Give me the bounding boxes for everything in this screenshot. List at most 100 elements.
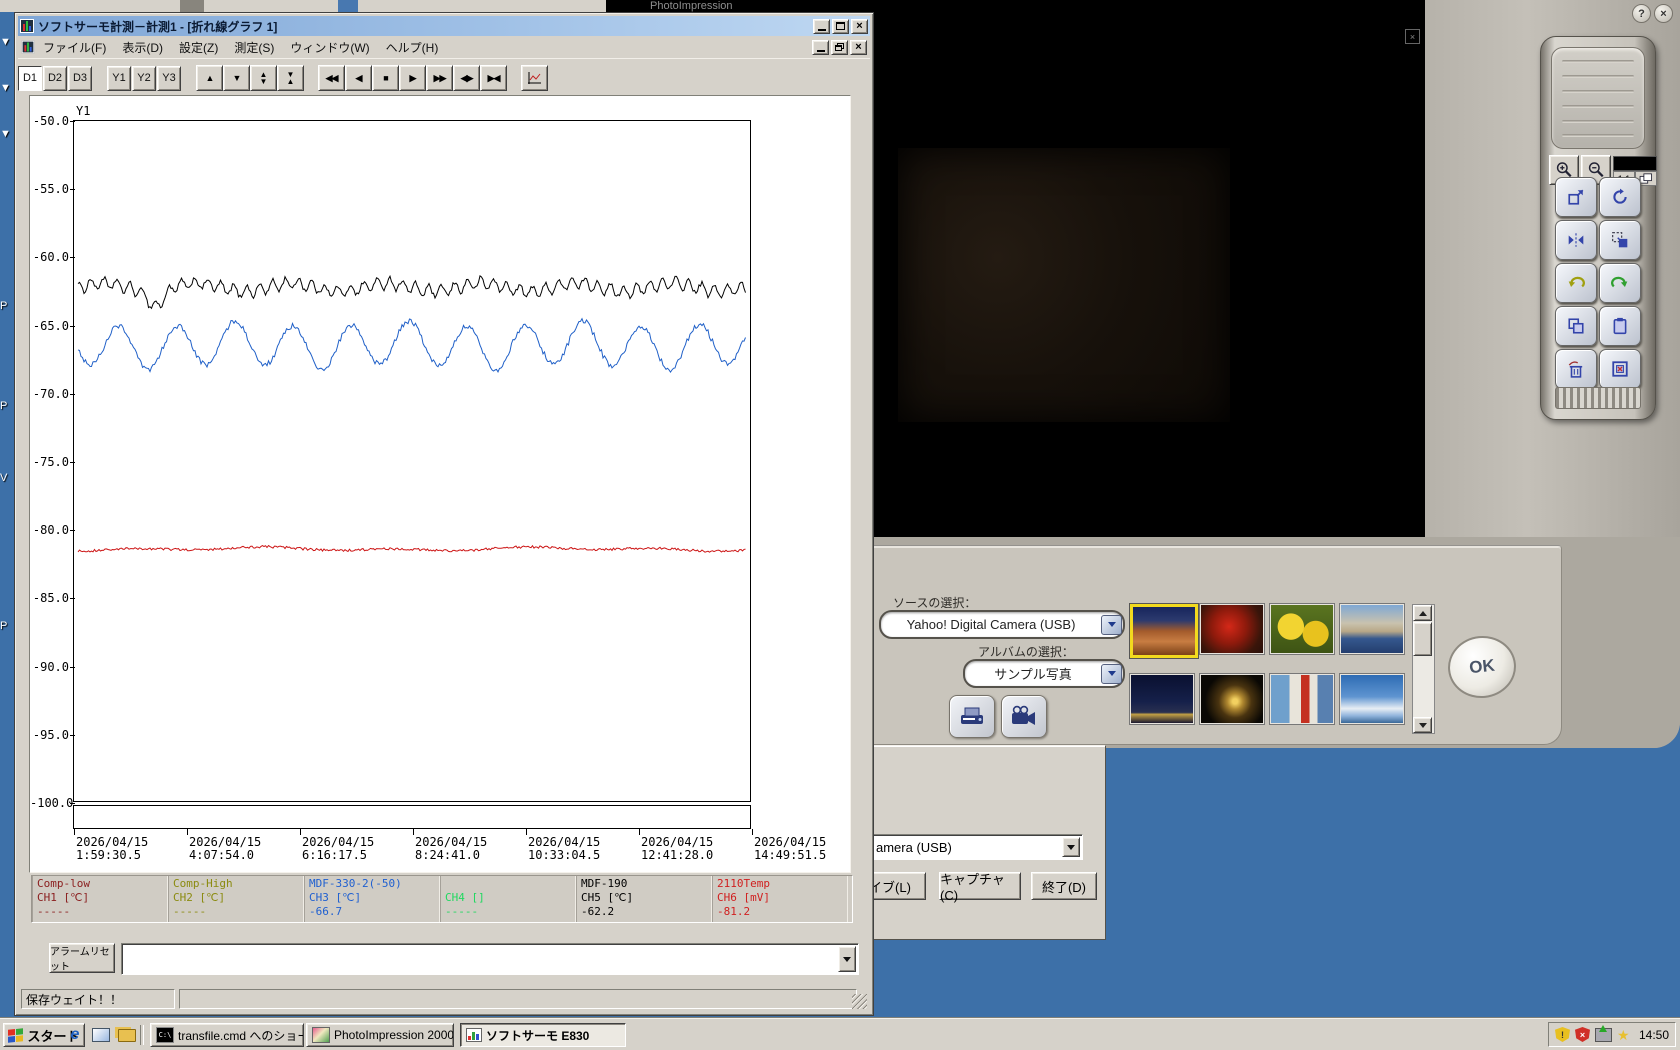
video-camera-icon xyxy=(1010,705,1038,729)
album-dropdown-button[interactable] xyxy=(1101,664,1122,684)
mirror-horizontal-button[interactable] xyxy=(1555,220,1597,260)
video-camera-source-button[interactable] xyxy=(1001,695,1047,738)
crop-move-button[interactable] xyxy=(1599,220,1641,260)
device-dropdown-button[interactable] xyxy=(1062,837,1080,857)
close-frame-button[interactable] xyxy=(1599,349,1641,389)
status-panel-empty xyxy=(179,989,857,1009)
scrollbar-thumb[interactable] xyxy=(1413,622,1432,656)
thumbnail-harbor-town[interactable] xyxy=(1340,604,1404,654)
toolbar-button-y1[interactable]: Y1 xyxy=(107,66,131,91)
minimize-button[interactable] xyxy=(813,19,830,34)
toolbar-button-d2[interactable]: D2 xyxy=(43,66,67,91)
tool-palette: 1:1 xyxy=(1540,36,1656,420)
help-button[interactable]: ? xyxy=(1632,4,1651,23)
resize-grip[interactable] xyxy=(852,994,867,1009)
compress-vertical-button[interactable]: ▼▲ xyxy=(277,65,304,91)
alarm-dropdown-button[interactable] xyxy=(838,946,856,972)
task-button-2[interactable]: ソフトサーモ E830 xyxy=(460,1023,626,1047)
menu-item-3[interactable]: 測定(S) xyxy=(226,37,282,58)
windows-logo-icon xyxy=(8,1028,23,1043)
task-button-1[interactable]: PhotoImpression 2000 xyxy=(306,1023,454,1047)
rotate-button[interactable] xyxy=(1599,177,1641,217)
menu-item-2[interactable]: 設定(Z) xyxy=(171,37,226,58)
graph-icon xyxy=(527,71,542,86)
desktop-icon-label-fragment[interactable]: P xyxy=(0,300,7,312)
stop-button[interactable]: ■ xyxy=(372,65,399,91)
scroll-up-button[interactable]: ▲ xyxy=(196,65,223,91)
expand-vertical-button[interactable]: ▲▼ xyxy=(250,65,277,91)
star-icon[interactable]: ★ xyxy=(1617,1028,1630,1042)
security-warning-shield-icon[interactable]: ! xyxy=(1555,1027,1570,1042)
desktop-icon-label-fragment[interactable]: ▼ xyxy=(0,128,11,140)
fast-forward-button[interactable]: ▶▶ xyxy=(426,65,453,91)
redo-button[interactable] xyxy=(1599,263,1641,303)
task-button-0[interactable]: C:\transfile.cmd へのショート... xyxy=(150,1023,304,1047)
thumbnail-sky-with-clouds[interactable] xyxy=(1340,674,1404,724)
scanner-source-button[interactable] xyxy=(949,695,995,738)
y-axis-title: Y1 xyxy=(76,104,90,118)
close-button[interactable]: × xyxy=(850,40,867,55)
thumbnail-rock-formations[interactable] xyxy=(1130,604,1198,658)
expand-horizontal-button[interactable]: ◀▶ xyxy=(453,65,480,91)
thumbnail-scrollbar[interactable] xyxy=(1412,604,1435,734)
x-tick-label: 2026/04/1514:49:51.5 xyxy=(754,836,826,862)
thumbnail-fireworks[interactable] xyxy=(1200,674,1264,724)
desktop-icon-label-fragment[interactable]: ▼ xyxy=(0,36,11,48)
source-combobox[interactable]: Yahoo! Digital Camera (USB) xyxy=(879,610,1125,639)
y-tick-label: -55.0 xyxy=(30,182,69,196)
desktop-icon-label-fragment[interactable]: P xyxy=(0,620,7,632)
x-tick-label: 2026/04/1512:41:28.0 xyxy=(641,836,713,862)
outlook-express-icon[interactable] xyxy=(90,1025,112,1045)
capture-button[interactable]: キャプチャ(C) xyxy=(939,872,1021,900)
thumbnail-red-cardinal-bird[interactable] xyxy=(1200,604,1264,654)
preview-close-icon[interactable]: × xyxy=(1405,29,1420,44)
title-bar[interactable]: ソフトサーモ計測－計測1 - [折れ線グラフ 1] × xyxy=(18,16,870,36)
menu-item-4[interactable]: ウィンドウ(W) xyxy=(282,37,377,58)
desktop-icon-label-fragment[interactable]: P xyxy=(0,400,7,412)
step-back-button[interactable]: ◀ xyxy=(345,65,372,91)
menu-item-0[interactable]: ファイル(F) xyxy=(35,37,114,58)
toolbar-button-y3[interactable]: Y3 xyxy=(157,66,181,91)
desktop: ▼▼▼PPVP PhotoImpression × ? × 1:1 xyxy=(0,0,1680,1050)
desktop-icon-label-fragment[interactable]: V xyxy=(0,472,7,484)
compress-horizontal-button[interactable]: ▶◀ xyxy=(480,65,507,91)
folder-icon[interactable] xyxy=(116,1025,138,1045)
thumbnail-lighthouse-with-flag[interactable] xyxy=(1270,674,1334,724)
alarm-reset-button[interactable]: アラームリセット xyxy=(49,943,115,973)
safely-remove-hardware-icon[interactable] xyxy=(1595,1028,1612,1042)
minimize-button[interactable] xyxy=(812,40,829,55)
restore-button[interactable] xyxy=(831,40,848,55)
palette-display xyxy=(1613,156,1657,171)
internet-explorer-icon[interactable]: e xyxy=(64,1025,86,1045)
security-error-shield-icon[interactable]: × xyxy=(1575,1027,1590,1042)
alarm-combobox[interactable] xyxy=(121,943,859,975)
toolbar-button-d3[interactable]: D3 xyxy=(68,66,92,91)
menu-item-5[interactable]: ヘルプ(H) xyxy=(378,37,447,58)
rewind-button[interactable]: ◀◀ xyxy=(318,65,345,91)
resize-button[interactable] xyxy=(1555,177,1597,217)
toolbar-button-y2[interactable]: Y2 xyxy=(132,66,156,91)
maximize-button[interactable] xyxy=(832,19,849,34)
scroll-down-button[interactable] xyxy=(1413,717,1432,733)
source-dropdown-button[interactable] xyxy=(1101,615,1122,635)
paste-button[interactable] xyxy=(1599,306,1641,346)
album-combobox[interactable]: サンプル写真 xyxy=(963,659,1125,688)
exit-button[interactable]: 終了(D) xyxy=(1031,872,1097,900)
undo-button[interactable] xyxy=(1555,263,1597,303)
graph-settings-button[interactable] xyxy=(521,65,548,91)
y-tick-label: -60.0 xyxy=(30,250,69,264)
legend-cell: Comp-lowCH1 [℃]----- xyxy=(32,876,168,922)
delete-button[interactable] xyxy=(1555,349,1597,389)
close-button[interactable]: × xyxy=(851,19,868,34)
step-forward-button[interactable]: ▶ xyxy=(399,65,426,91)
taskbar-divider xyxy=(140,1025,144,1045)
scroll-down-button[interactable]: ▼ xyxy=(223,65,250,91)
desktop-icon-label-fragment[interactable]: ▼ xyxy=(0,82,11,94)
toolbar-button-d1[interactable]: D1 xyxy=(18,66,42,91)
copy-button[interactable] xyxy=(1555,306,1597,346)
scroll-up-button[interactable] xyxy=(1413,605,1432,621)
thumbnail-city-skyline-at-night[interactable] xyxy=(1130,674,1194,724)
thumbnail-yellow-flowers[interactable] xyxy=(1270,604,1334,654)
menu-item-1[interactable]: 表示(D) xyxy=(114,37,171,58)
close-app-button[interactable]: × xyxy=(1654,4,1673,23)
